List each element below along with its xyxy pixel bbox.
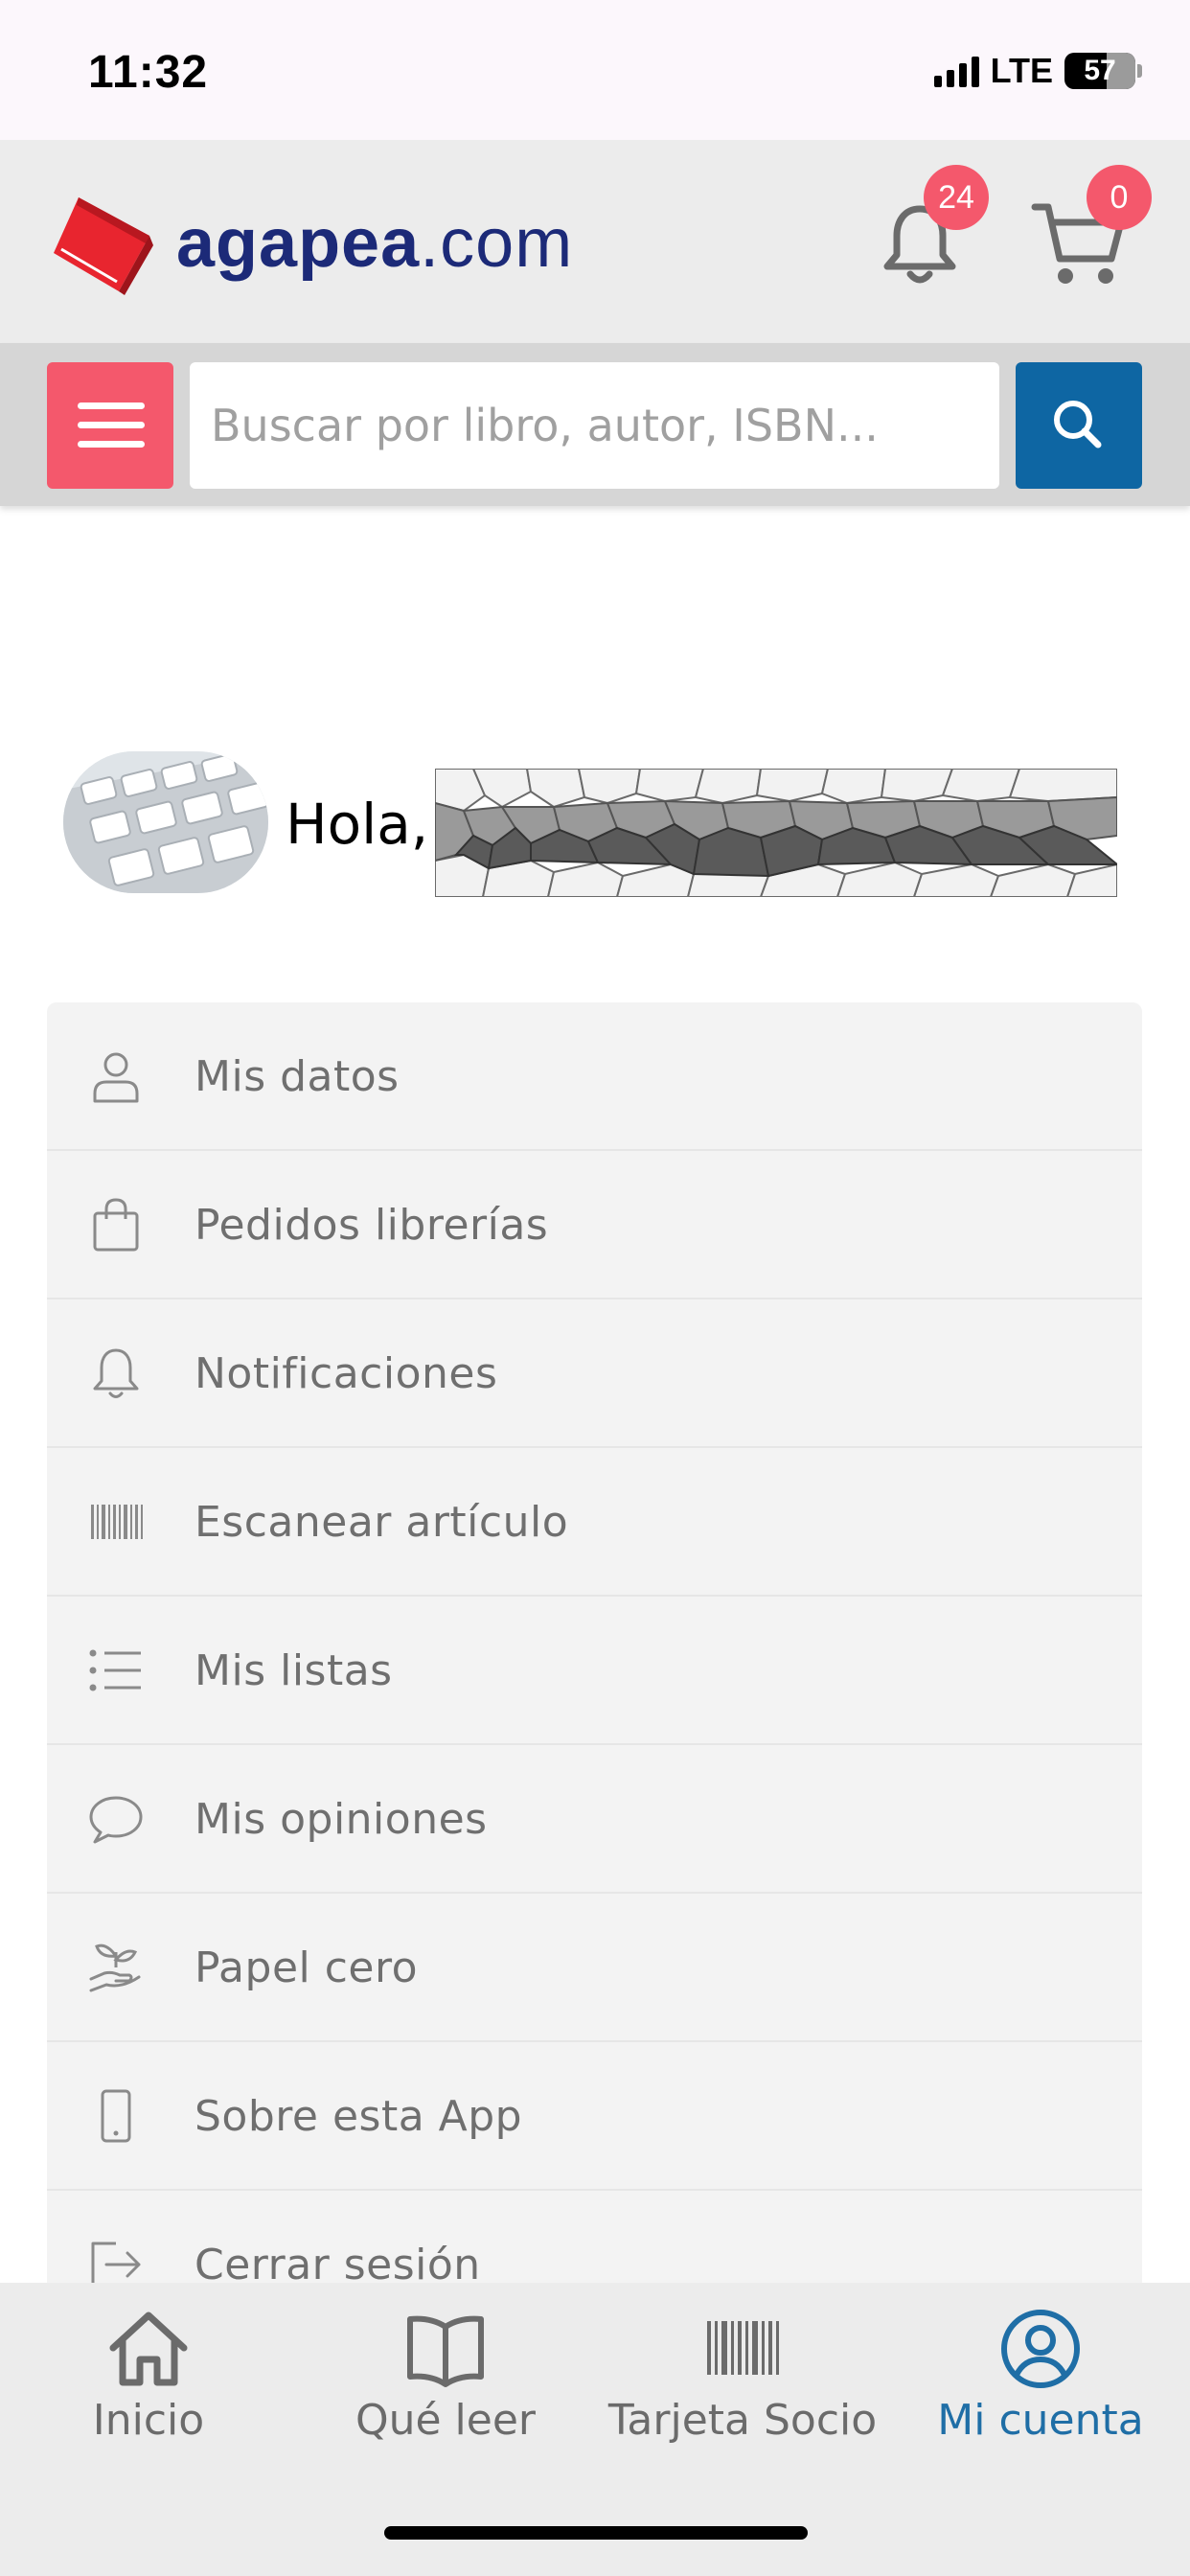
menu-item-sobre-esta-app[interactable]: Sobre esta App — [47, 2042, 1142, 2191]
redacted-username-image — [435, 769, 1117, 897]
plant-hand-icon — [89, 1944, 141, 1992]
logo-name: agapea — [176, 205, 421, 282]
tab-label: Tarjeta Socio — [607, 2396, 878, 2445]
book-logo-icon — [54, 197, 153, 295]
tab-tarjeta-socio[interactable]: Tarjeta Socio — [599, 2283, 886, 2474]
status-bar: 11:32 LTE 57 — [0, 0, 1190, 140]
menu-item-label: Notificaciones — [195, 1349, 498, 1398]
hamburger-menu-button[interactable] — [47, 362, 173, 489]
menu-item-label: Mis listas — [195, 1646, 393, 1695]
status-time: 11:32 — [88, 47, 209, 98]
bag-icon — [93, 1198, 139, 1252]
notifications-badge: 24 — [924, 165, 989, 230]
battery-tip — [1137, 64, 1142, 78]
logout-icon — [91, 2242, 141, 2283]
barcode-icon — [707, 2321, 779, 2375]
menu-item-mis-opiniones[interactable]: Mis opiniones — [47, 1745, 1142, 1894]
battery-icon: 57 — [1064, 53, 1135, 89]
tab-label: Inicio — [92, 2396, 205, 2445]
battery-level: 57 — [1084, 55, 1116, 86]
home-icon — [109, 2312, 188, 2386]
menu-item-cerrar-sesion[interactable]: Cerrar sesión — [47, 2191, 1142, 2283]
menu-item-label: Sobre esta App — [195, 2092, 523, 2141]
menu-item-pedidos-librerias[interactable]: Pedidos librerías — [47, 1151, 1142, 1300]
cart-badge: 0 — [1087, 165, 1152, 230]
list-icon — [89, 1649, 141, 1691]
barcode-icon — [91, 1505, 143, 1539]
search-bar — [0, 343, 1190, 506]
search-icon — [1054, 401, 1102, 448]
account-screen: 11:32 LTE 57 agapea.com 24 0 Buscar por … — [0, 0, 1190, 2576]
open-book-icon — [407, 2315, 484, 2387]
bell-icon — [93, 1348, 139, 1398]
network-type: LTE — [990, 51, 1053, 90]
signal-icon — [933, 55, 979, 87]
cart-button[interactable]: 0 — [1031, 165, 1152, 291]
status-indicators: LTE 57 — [933, 51, 1142, 90]
menu-item-mis-datos[interactable]: Mis datos — [47, 1002, 1142, 1151]
menu-item-label: Cerrar sesión — [195, 2241, 481, 2283]
greeting-text: Hola, — [286, 792, 429, 857]
user-greeting: Hola, — [63, 748, 1117, 901]
agapea-logo[interactable]: agapea.com — [50, 190, 573, 297]
menu-item-label: Mis datos — [195, 1052, 400, 1101]
menu-item-label: Mis opiniones — [195, 1795, 488, 1844]
app-header: agapea.com 24 0 — [0, 140, 1190, 343]
menu-item-papel-cero[interactable]: Papel cero — [47, 1894, 1142, 2042]
tab-que-leer[interactable]: Qué leer — [340, 2283, 551, 2474]
avatar[interactable] — [63, 751, 268, 893]
user-icon — [93, 1052, 139, 1103]
logo-text: agapea.com — [176, 204, 573, 283]
account-menu: Mis datos Pedidos librerías Notificacion… — [47, 1002, 1142, 2283]
menu-item-escanear-articulo[interactable]: Escanear artículo — [47, 1448, 1142, 1597]
menu-item-label: Escanear artículo — [195, 1498, 569, 1547]
search-input[interactable] — [190, 362, 999, 489]
speech-bubble-icon — [89, 1796, 143, 1844]
tab-inicio[interactable]: Inicio — [57, 2283, 240, 2474]
keyboard-avatar-image — [63, 751, 268, 893]
notifications-button[interactable]: 24 — [872, 165, 989, 291]
phone-icon — [101, 2089, 131, 2143]
user-circle-icon — [1001, 2310, 1080, 2388]
logo-suffix: .com — [420, 205, 574, 282]
menu-item-label: Papel cero — [195, 1944, 419, 1992]
menu-item-label: Pedidos librerías — [195, 1201, 549, 1250]
search-button[interactable] — [1016, 362, 1142, 489]
menu-item-mis-listas[interactable]: Mis listas — [47, 1597, 1142, 1745]
menu-item-notificaciones[interactable]: Notificaciones — [47, 1300, 1142, 1448]
tab-label: Qué leer — [355, 2396, 537, 2445]
home-indicator[interactable] — [384, 2526, 808, 2540]
tab-mi-cuenta[interactable]: Mi cuenta — [920, 2283, 1161, 2474]
tab-label: Mi cuenta — [937, 2396, 1144, 2445]
